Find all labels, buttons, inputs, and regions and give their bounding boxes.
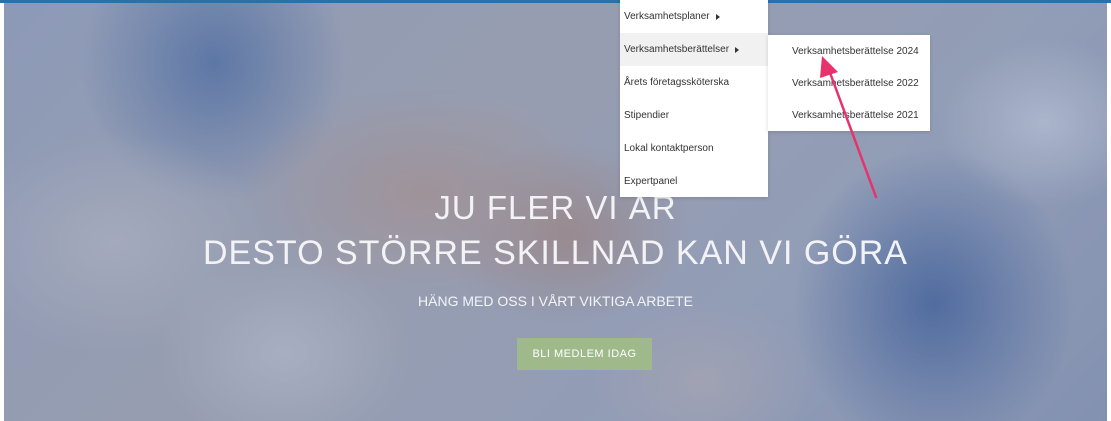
dropdown-menu: Verksamhetsplaner Verksamhetsberättelser… [620,0,768,197]
menu-item-label: Expertpanel [624,176,678,187]
become-member-button[interactable]: BLI MEDLEM IDAG [517,338,652,370]
menu-item-lokal-kontaktperson[interactable]: Lokal kontaktperson [620,132,768,165]
hero-subtitle: HÄNG MED OSS I VÅRT VIKTIGA ARBETE [418,293,693,309]
page-frame: JU FLER VI ÄR DESTO STÖRRE SKILLNAD KAN … [0,0,1111,421]
menu-item-label: Verksamhetsberättelser [624,44,730,55]
hero-banner: JU FLER VI ÄR DESTO STÖRRE SKILLNAD KAN … [4,3,1107,421]
menu-item-label: Lokal kontaktperson [624,143,714,154]
menu-item-expertpanel[interactable]: Expertpanel [620,165,768,198]
caret-right-icon [735,46,740,53]
menu-item-verksamhetsplaner[interactable]: Verksamhetsplaner [620,0,768,33]
caret-right-icon [715,13,720,20]
submenu-item-2024[interactable]: Verksamhetsberättelse 2024 [768,35,930,67]
menu-item-stipendier[interactable]: Stipendier [620,99,768,132]
menu-item-label: Verksamhetsplaner [624,11,710,22]
submenu-item-2022[interactable]: Verksamhetsberättelse 2022 [768,67,930,99]
menu-item-verksamhetsberattelser[interactable]: Verksamhetsberättelser [620,33,768,66]
submenu-item-2021[interactable]: Verksamhetsberättelse 2021 [768,99,930,131]
menu-item-arets-foretagsskoterska[interactable]: Årets företagssköterska [620,66,768,99]
menu-item-label: Stipendier [624,110,670,121]
hero-title-line1: JU FLER VI ÄR [434,189,677,226]
submenu-verksamhetsberattelser: Verksamhetsberättelse 2024 Verksamhetsbe… [768,35,930,131]
hero-title-line2: DESTO STÖRRE SKILLNAD KAN VI GÖRA [203,234,908,272]
menu-item-label: Årets företagssköterska [624,77,730,88]
